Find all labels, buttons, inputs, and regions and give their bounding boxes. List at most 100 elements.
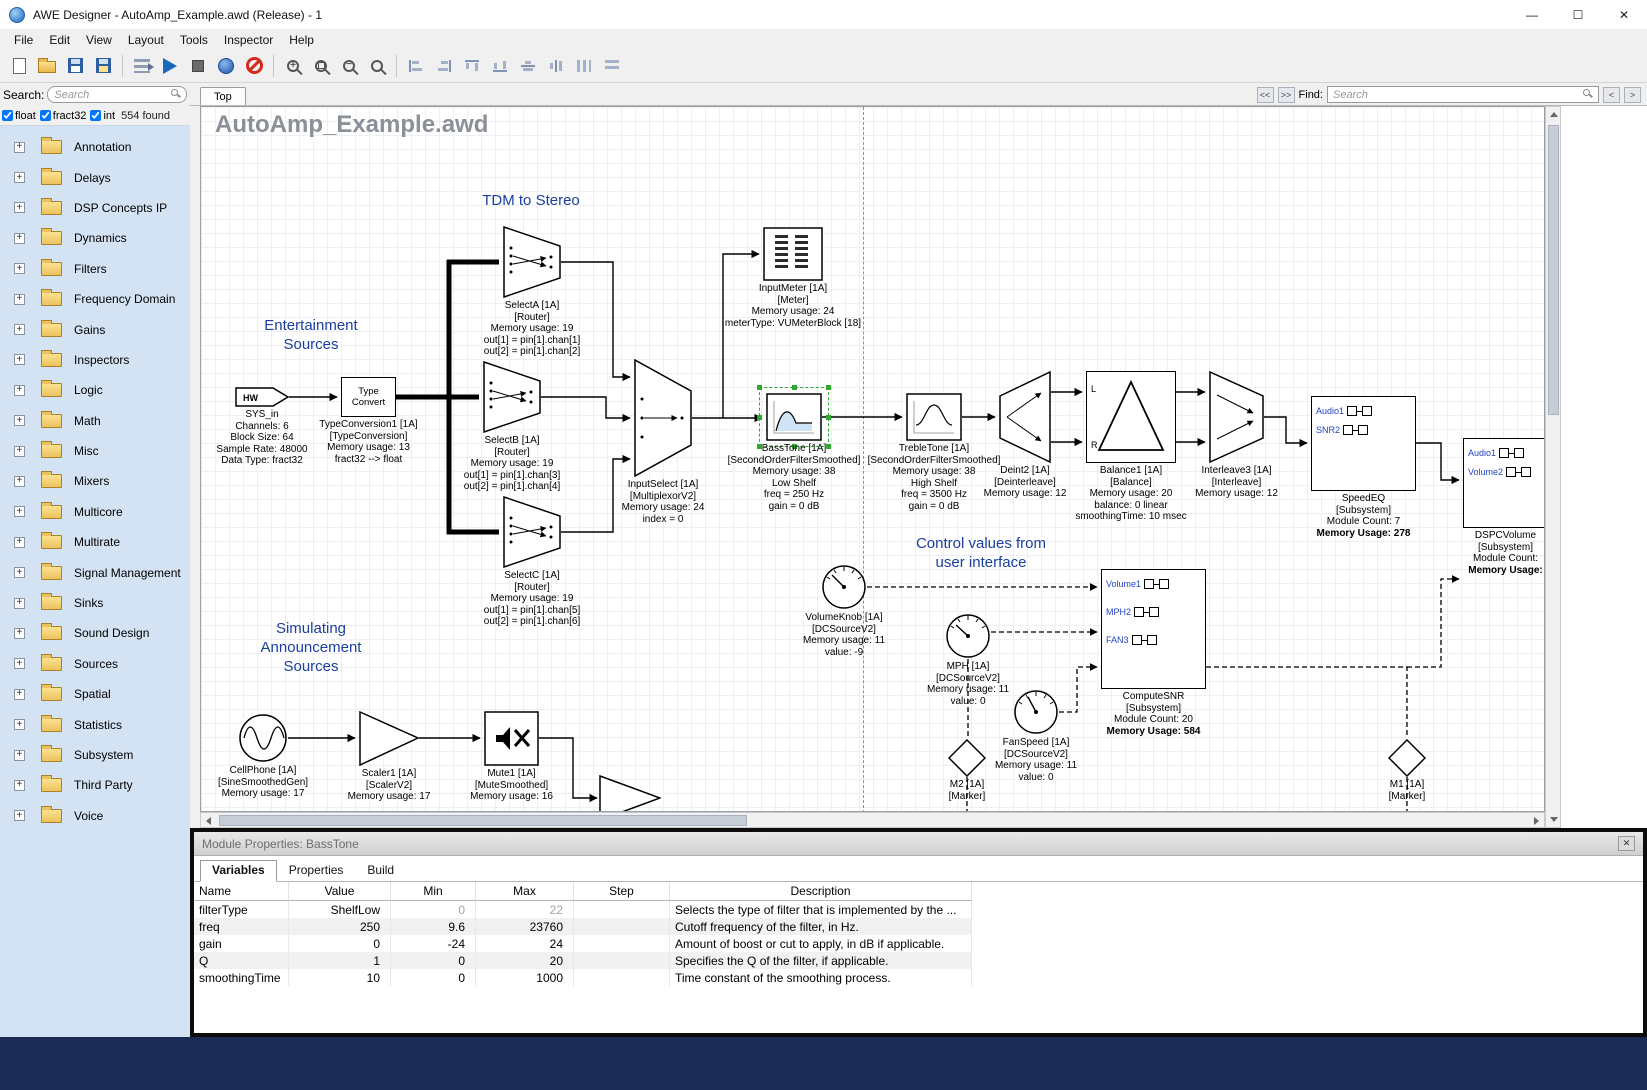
scroll-left-icon[interactable] [206, 817, 211, 825]
expand-icon[interactable] [14, 506, 25, 517]
expand-icon[interactable] [14, 780, 25, 791]
menu-file[interactable]: File [6, 32, 41, 48]
table-row-q[interactable]: Q 1 0 20 Specifies the Q of the filter, … [194, 952, 972, 969]
align-top-button[interactable] [458, 52, 486, 80]
tab-top[interactable]: Top [200, 87, 246, 105]
canvas-vertical-scrollbar[interactable] [1545, 106, 1561, 828]
sidebar-item-mixers[interactable]: Mixers [0, 466, 190, 496]
module-sys-in[interactable]: HW SYS_inChannels: 6Block Size: 64Sample… [235, 387, 289, 407]
module-search-input[interactable] [47, 86, 187, 103]
expand-icon[interactable] [14, 719, 25, 730]
page-left-button[interactable]: < [1603, 87, 1620, 103]
propagate-changes-button[interactable] [128, 52, 156, 80]
expand-icon[interactable] [14, 354, 25, 365]
expand-icon[interactable] [14, 142, 25, 153]
scroll-down-icon[interactable] [1550, 817, 1558, 822]
expand-icon[interactable] [14, 294, 25, 305]
module-deint2[interactable]: Deint2 [1A][Deinterleave]Memory usage: 1… [999, 371, 1051, 463]
tab-properties[interactable]: Properties [277, 860, 356, 881]
expand-icon[interactable] [14, 537, 25, 548]
space-horizontal-button[interactable] [570, 52, 598, 80]
stop-button[interactable] [184, 52, 212, 80]
sidebar-item-statistics[interactable]: Statistics [0, 709, 190, 739]
module-m2[interactable]: M2 [1A][Marker] [948, 739, 986, 777]
zoom-reset-button[interactable] [363, 52, 391, 80]
menu-help[interactable]: Help [281, 32, 322, 48]
expand-icon[interactable] [14, 810, 25, 821]
scroll-right-icon[interactable] [1534, 817, 1539, 825]
expand-icon[interactable] [14, 202, 25, 213]
module-basstone[interactable]: BassTone [1A][SecondOrderFilterSmoothed]… [766, 393, 822, 441]
zoom-out-button[interactable] [335, 52, 363, 80]
module-m1[interactable]: M1 [1A][Marker] [1388, 739, 1426, 777]
menu-tools[interactable]: Tools [172, 32, 216, 48]
open-button[interactable] [33, 52, 61, 80]
run-button[interactable] [156, 52, 184, 80]
fract32-checkbox[interactable] [40, 110, 51, 121]
design-canvas[interactable]: AutoAmp_Example.awd TDM to Stereo Entert… [200, 106, 1545, 812]
module-dspcvolume[interactable]: Audio1 Volume2 DSPCVolume[Subsystem]Modu… [1463, 438, 1545, 528]
scroll-up-icon[interactable] [1550, 112, 1558, 117]
module-selectb[interactable]: SelectB [1A][Router]Memory usage: 19out[… [483, 361, 541, 433]
sidebar-item-sinks[interactable]: Sinks [0, 588, 190, 618]
canvas-horizontal-scrollbar[interactable] [200, 812, 1545, 828]
table-row-smoothingtime[interactable]: smoothingTime 10 0 1000 Time constant of… [194, 969, 972, 986]
splitter[interactable] [190, 106, 200, 828]
tab-build[interactable]: Build [355, 860, 406, 881]
module-fanspeed[interactable]: FanSpeed [1A][DCSourceV2]Memory usage: 1… [1013, 689, 1059, 735]
module-interleave3[interactable]: Interleave3 [1A][Interleave]Memory usage… [1209, 371, 1264, 463]
center-horizontal-button[interactable] [514, 52, 542, 80]
sidebar-item-signal-management[interactable]: Signal Management [0, 557, 190, 587]
menu-view[interactable]: View [78, 32, 120, 48]
zoom-in-button[interactable] [279, 52, 307, 80]
module-selectc[interactable]: SelectC [1A][Router]Memory usage: 19out[… [503, 496, 561, 568]
menu-layout[interactable]: Layout [120, 32, 172, 48]
save-as-button[interactable] [89, 52, 117, 80]
new-file-button[interactable] [5, 52, 33, 80]
horizontal-scroll-thumb[interactable] [219, 815, 747, 826]
table-row-filtertype[interactable]: filterType ShelfLow 0 22 Selects the typ… [194, 901, 972, 918]
page-right-button[interactable]: > [1624, 87, 1641, 103]
sidebar-item-spatial[interactable]: Spatial [0, 679, 190, 709]
space-vertical-button[interactable] [598, 52, 626, 80]
sidebar-item-sources[interactable]: Sources [0, 649, 190, 679]
expand-icon[interactable] [14, 658, 25, 669]
expand-icon[interactable] [14, 172, 25, 183]
expand-icon[interactable] [14, 598, 25, 609]
module-balance1[interactable]: L R Balance1 [1A][Balance]Memory usage: … [1086, 371, 1176, 463]
zoom-fit-button[interactable] [307, 52, 335, 80]
expand-icon[interactable] [14, 628, 25, 639]
expand-icon[interactable] [14, 446, 25, 457]
table-row-freq[interactable]: freq 250 9.6 23760 Cutoff frequency of t… [194, 918, 972, 935]
module-volumeknob[interactable]: VolumeKnob [1A][DCSourceV2]Memory usage:… [821, 564, 867, 610]
expand-icon[interactable] [14, 385, 25, 396]
module-cellphone[interactable]: CellPhone [1A][SineSmoothedGen]Memory us… [238, 713, 288, 763]
maximize-button[interactable]: ☐ [1555, 0, 1601, 29]
sidebar-item-dsp-concepts-ip[interactable]: DSP Concepts IP [0, 193, 190, 223]
module-inputselect[interactable]: InputSelect [1A][MultiplexorV2]Memory us… [634, 359, 692, 477]
module-typeconversion1[interactable]: Type Convert TypeConversion1 [1A][TypeCo… [341, 377, 396, 417]
module-computesnr[interactable]: Volume1 MPH2 FAN3 ComputeSNR[Subsystem]M… [1101, 569, 1206, 689]
sidebar-item-dynamics[interactable]: Dynamics [0, 223, 190, 253]
align-bottom-button[interactable] [486, 52, 514, 80]
float-checkbox[interactable] [2, 110, 13, 121]
module-mixer-partial[interactable] [599, 775, 661, 812]
menu-inspector[interactable]: Inspector [216, 32, 281, 48]
menu-edit[interactable]: Edit [41, 32, 78, 48]
table-row-gain[interactable]: gain 0 -24 24 Amount of boost or cut to … [194, 935, 972, 952]
module-scaler1[interactable]: Scaler1 [1A][ScalerV2]Memory usage: 17 [359, 711, 419, 766]
halt-button[interactable] [240, 52, 268, 80]
module-speedeq[interactable]: Audio1 SNR2 SpeedEQ[Subsystem]Module Cou… [1311, 396, 1416, 491]
sidebar-item-frequency-domain[interactable]: Frequency Domain [0, 284, 190, 314]
sidebar-item-sound-design[interactable]: Sound Design [0, 618, 190, 648]
sidebar-item-math[interactable]: Math [0, 406, 190, 436]
close-icon[interactable]: ✕ [1618, 836, 1635, 851]
expand-icon[interactable] [14, 263, 25, 274]
tab-variables[interactable]: Variables [200, 860, 277, 882]
vertical-scroll-thumb[interactable] [1548, 125, 1559, 415]
module-inputmeter[interactable]: InputMeter [1A][Meter]Memory usage: 24me… [763, 227, 823, 281]
expand-icon[interactable] [14, 476, 25, 487]
module-trebletone[interactable]: TrebleTone [1A][SecondOrderFilterSmoothe… [906, 393, 962, 441]
expand-icon[interactable] [14, 233, 25, 244]
sidebar-item-voice[interactable]: Voice [0, 801, 190, 831]
